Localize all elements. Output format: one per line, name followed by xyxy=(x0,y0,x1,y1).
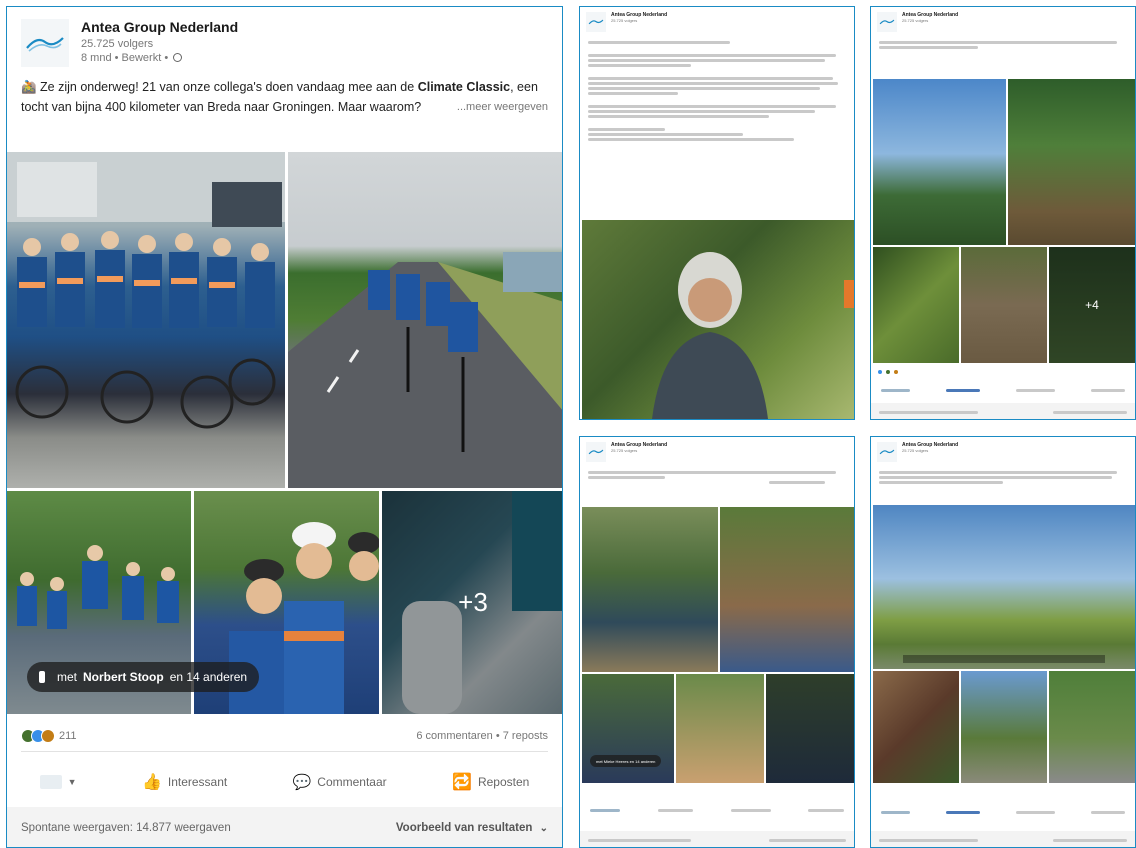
thumb-action-bar xyxy=(881,809,1125,816)
dog-photo[interactable] xyxy=(676,674,764,783)
photo-bottle-more[interactable]: +3 xyxy=(382,491,562,714)
company-logo xyxy=(877,442,897,462)
nature-photo-grid[interactable]: +4 xyxy=(873,79,1135,363)
impressions-text: Spontane weergaven: 14.877 weergaven xyxy=(21,822,231,834)
comment-button[interactable]: 💬 Commentaar xyxy=(293,773,387,791)
company-logo[interactable] xyxy=(21,19,69,67)
repost-icon: 🔁 xyxy=(452,774,472,791)
forest-worker-photo[interactable] xyxy=(766,674,854,783)
social-counts: 211 6 commentaren • 7 reposts xyxy=(21,725,548,747)
thumbs-up-icon: 👍 xyxy=(141,774,162,791)
follower-count: 25.725 volgers xyxy=(902,18,929,23)
photo-road-cyclists[interactable] xyxy=(288,152,562,488)
post-header: Antea Group Nederland 25.725 volgers 8 m… xyxy=(7,7,562,67)
thumb-footer xyxy=(580,831,854,847)
volunteers-photo[interactable] xyxy=(720,507,854,672)
thumb-header: Antea Group Nederland 25.725 volgers xyxy=(871,7,1135,37)
follower-count: 25.725 volgers xyxy=(902,448,929,453)
thumb-text-block xyxy=(580,37,854,145)
tag-suffix: en 14 anderen xyxy=(169,670,248,684)
comments-reposts-count[interactable]: 6 commentaren • 7 reposts xyxy=(416,730,548,742)
tagged-person[interactable]: Norbert Stoop xyxy=(83,670,164,684)
post-text-intro: 🚵 Ze zijn onderweg! 21 van onze collega'… xyxy=(21,80,418,94)
comment-icon: 💬 xyxy=(292,774,312,791)
follower-count: 25.725 volgers xyxy=(81,38,154,50)
reaction-picker[interactable]: ▼ xyxy=(39,775,77,789)
thumb-post-2[interactable]: Antea Group Nederland 25.725 volgers +4 xyxy=(870,6,1136,420)
analytics-footer: Spontane weergaven: 14.877 weergaven Voo… xyxy=(7,807,562,847)
portrait-photo[interactable] xyxy=(582,220,854,419)
preview-results-label: Voorbeeld van resultaten xyxy=(395,822,533,834)
thumb-header: Antea Group Nederland 25.725 volgers xyxy=(580,7,854,37)
forest-trees-photo[interactable] xyxy=(1008,79,1135,245)
reaction-count: 211 xyxy=(59,730,77,742)
thumb-post-1[interactable]: Antea Group Nederland 25.725 volgers xyxy=(579,6,855,420)
thumb-action-bar xyxy=(590,807,844,814)
post-text: 🚵 Ze zijn onderweg! 21 van onze collega'… xyxy=(7,67,562,137)
park-landscape-photo[interactable] xyxy=(873,505,1135,669)
company-logo xyxy=(877,12,897,32)
tree-bark-photo[interactable] xyxy=(961,247,1047,363)
support-reaction-icon xyxy=(41,729,55,743)
more-photos-count[interactable]: +3 xyxy=(382,491,562,714)
thumb-action-bar xyxy=(881,387,1125,394)
photo-group-cyclists[interactable] xyxy=(7,152,285,488)
post-text-event: Climate Classic xyxy=(417,80,511,94)
repost-label: Reposten xyxy=(477,775,530,789)
leaf-photo[interactable] xyxy=(873,247,959,363)
preview-results-link[interactable]: Voorbeeld van resultaten ⌄ xyxy=(396,822,548,834)
trees-photo[interactable] xyxy=(961,671,1047,783)
thumb-header: Antea Group Nederland 25.725 volgers xyxy=(871,437,1135,467)
more-nature-photo[interactable]: +4 xyxy=(1049,247,1135,363)
woman-photo[interactable] xyxy=(873,671,959,783)
see-more-link[interactable]: ...meer weergeven xyxy=(457,97,548,117)
company-logo xyxy=(586,442,606,462)
thumb-header: Antea Group Nederland 25.725 volgers xyxy=(580,437,854,467)
chevron-down-icon: ▼ xyxy=(67,777,77,787)
tagged-people-chip[interactable]: met Norbert Stoop en 14 anderen xyxy=(27,662,260,692)
reaction-summary[interactable]: 211 xyxy=(21,729,77,743)
thumb-post-4[interactable]: Antea Group Nederland 25.725 volgers xyxy=(870,436,1136,848)
main-post-card: Antea Group Nederland 25.725 volgers 8 m… xyxy=(6,6,563,848)
interesting-button[interactable]: 👍 Interessant xyxy=(142,772,227,792)
company-name[interactable]: Antea Group Nederland xyxy=(81,19,238,35)
tag-text: met Mieke Heeres en 14 anderen xyxy=(596,758,656,764)
thumb-footer xyxy=(871,831,1135,847)
company-logo xyxy=(586,12,606,32)
company-avatar-small xyxy=(39,775,62,789)
person-icon xyxy=(39,671,45,683)
globe-icon xyxy=(173,53,183,62)
repost-button[interactable]: 🔁 Reposten xyxy=(452,772,529,792)
road-photo[interactable] xyxy=(1049,671,1135,783)
chevron-down-icon: ⌄ xyxy=(539,823,548,834)
comment-label: Commentaar xyxy=(317,775,387,789)
caption-bar xyxy=(903,655,1105,663)
tagged-people-chip[interactable]: met Mieke Heeres en 14 anderen xyxy=(590,755,662,767)
group-photo[interactable] xyxy=(582,507,718,672)
photo-grid: +3 met Norbert Stoop en 14 anderen xyxy=(7,152,562,714)
post-meta: 8 mnd • Bewerkt • xyxy=(81,52,238,64)
park-photo-grid[interactable] xyxy=(873,505,1135,783)
post-meta-text: 8 mnd • Bewerkt • xyxy=(81,52,169,64)
group-photo-grid[interactable]: met Mieke Heeres en 14 anderen xyxy=(582,507,854,783)
action-bar: ▼ 👍 Interessant 💬 Commentaar 🔁 Reposten xyxy=(7,759,562,805)
more-photos-count[interactable]: +4 xyxy=(1049,247,1135,363)
follower-count: 25.725 volgers xyxy=(611,448,638,453)
interesting-label: Interessant xyxy=(167,775,228,789)
tag-prefix: met xyxy=(57,670,78,684)
forest-vista-photo[interactable] xyxy=(873,79,1006,245)
thumb-reactions xyxy=(877,369,899,375)
thumb-footer xyxy=(871,403,1135,419)
follower-count: 25.725 volgers xyxy=(611,18,638,23)
thumb-post-3[interactable]: Antea Group Nederland 25.725 volgers met … xyxy=(579,436,855,848)
